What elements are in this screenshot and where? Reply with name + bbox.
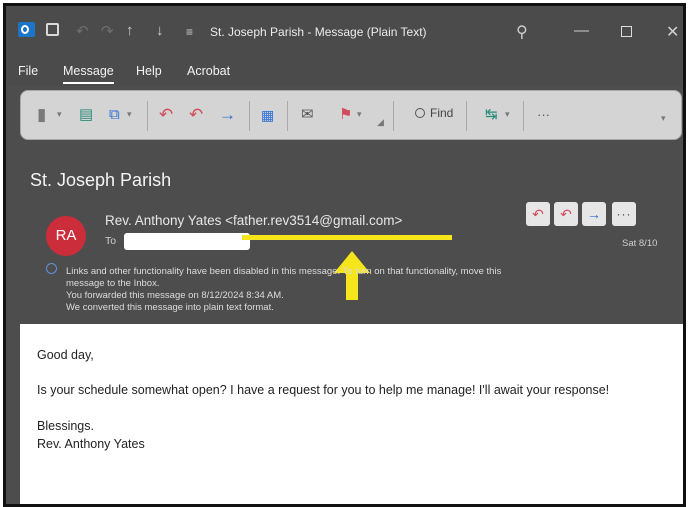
more-actions-button[interactable]: ··· [612,202,636,226]
quick-access-icon[interactable]: ≡ [186,25,193,39]
info-icon [46,263,57,274]
reply-icon[interactable]: ↶ [159,105,173,125]
reply-all-button[interactable]: ↶ [554,202,578,226]
more-commands-button[interactable]: ··· [537,105,550,125]
menu-help[interactable]: Help [136,64,162,78]
body-greeting: Good day, [37,348,94,362]
divider [393,101,394,131]
divider [249,101,250,131]
menu-file[interactable]: File [18,64,38,78]
divider [287,101,288,131]
divider [147,101,148,131]
recipient-field[interactable] [124,233,250,250]
find-icon [415,108,425,118]
divider [523,101,524,131]
chevron-down-icon[interactable]: ▾ [505,109,510,120]
highlight-underline [242,235,452,240]
menu-bar: File Message Help Acrobat [6,56,683,86]
body-line: Is your schedule somewhat open? I have a… [37,383,610,397]
reply-button[interactable]: ↶ [526,202,550,226]
search-icon[interactable]: ⚲ [516,22,528,42]
translate-icon[interactable]: ↹ [485,105,498,125]
reply-all-icon[interactable]: ↶ [189,105,203,125]
save-icon[interactable] [46,23,59,36]
minimize-icon[interactable]: — [574,22,589,39]
forward-icon[interactable]: → [219,105,236,125]
down-arrow-icon[interactable]: ↓ [156,22,164,39]
move-icon[interactable]: ⧉ [109,105,120,125]
archive-icon[interactable]: ▤ [79,105,93,125]
divider [466,101,467,131]
chevron-down-icon[interactable]: ▾ [57,109,62,120]
title-bar: ↶ ↷ ↑ ↓ ≡ St. Joseph Parish - Message (P… [6,6,683,56]
find-label: Find [430,106,454,120]
menu-acrobat[interactable]: Acrobat [187,64,230,78]
flag-icon[interactable]: ⚑ [339,105,352,125]
respond-icon[interactable]: ✉ [301,105,314,125]
to-label: To [105,235,117,247]
info-line: You forwarded this message on 8/12/2024 … [66,290,284,301]
info-line: message to the Inbox. [66,278,160,289]
expand-icon[interactable]: ◢ [377,117,384,128]
find-button[interactable]: Find [415,106,453,120]
maximize-icon[interactable] [621,26,632,37]
message-body: Good day, Is your schedule somewhat open… [20,324,683,504]
info-line: Links and other functionality have been … [66,266,502,277]
apps-icon[interactable]: ▦ [261,105,274,125]
redo-icon[interactable]: ↷ [101,22,114,40]
avatar[interactable]: RA [46,216,86,256]
chevron-down-icon[interactable]: ▾ [661,113,666,124]
message-subject: St. Joseph Parish [30,170,172,190]
outlook-icon [18,22,35,37]
close-icon[interactable]: ✕ [666,22,679,42]
delete-icon[interactable]: ▮ [37,105,46,125]
ribbon-toolbar: ▮ ▾ ▤ ⧉ ▾ ↶ ↶ → ▦ ✉ ⚑ ▾ ◢ Find ↹ ▾ ··· ▾ [20,90,682,140]
window-title: St. Joseph Parish - Message (Plain Text) [210,25,427,39]
forward-button[interactable]: → [582,202,606,226]
up-arrow-icon[interactable]: ↑ [126,22,134,39]
sender-address[interactable]: Rev. Anthony Yates <father.rev3514@gmail… [105,213,402,228]
outlook-window: ↶ ↷ ↑ ↓ ≡ St. Joseph Parish - Message (P… [3,3,686,507]
info-line: We converted this message into plain tex… [66,302,274,313]
undo-icon[interactable]: ↶ [76,22,89,40]
chevron-down-icon[interactable]: ▾ [127,109,132,120]
menu-message[interactable]: Message [63,64,114,84]
body-signature: Rev. Anthony Yates [37,437,145,451]
chevron-down-icon[interactable]: ▾ [357,109,362,120]
body-closing: Blessings. [37,419,94,433]
message-date: Sat 8/10 [622,238,658,249]
